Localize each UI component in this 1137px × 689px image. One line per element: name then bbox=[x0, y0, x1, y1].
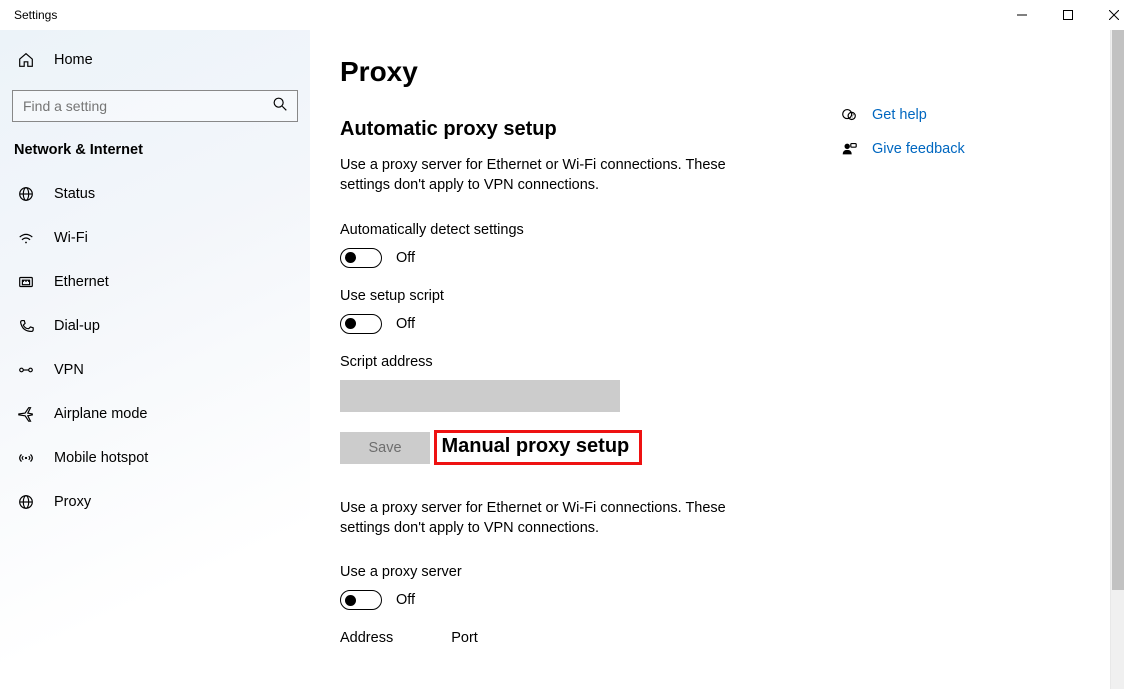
setup-script-toggle[interactable] bbox=[340, 314, 382, 334]
dialup-icon bbox=[16, 317, 36, 335]
titlebar: Settings bbox=[0, 0, 1137, 30]
sidebar-item-label: Ethernet bbox=[54, 274, 109, 290]
setup-script-state: Off bbox=[396, 316, 415, 332]
sidebar-item-label: Mobile hotspot bbox=[54, 450, 148, 466]
feedback-icon bbox=[840, 140, 858, 158]
search-input-wrap[interactable] bbox=[12, 90, 298, 122]
save-button[interactable]: Save bbox=[340, 432, 430, 464]
get-help-link[interactable]: ? Get help bbox=[840, 98, 1110, 132]
maximize-button[interactable] bbox=[1045, 0, 1091, 30]
script-address-label: Script address bbox=[340, 354, 810, 370]
search-input[interactable] bbox=[23, 98, 262, 114]
sidebar-item-ethernet[interactable]: Ethernet bbox=[0, 260, 310, 304]
sidebar-item-label: Wi-Fi bbox=[54, 230, 88, 246]
sidebar-home[interactable]: Home bbox=[0, 38, 310, 82]
auto-proxy-heading: Automatic proxy setup bbox=[340, 118, 810, 141]
manual-proxy-highlight: Manual proxy setup bbox=[434, 430, 642, 465]
ethernet-icon bbox=[16, 273, 36, 291]
close-button[interactable] bbox=[1091, 0, 1137, 30]
auto-detect-state: Off bbox=[396, 250, 415, 266]
scrollbar-thumb[interactable] bbox=[1112, 30, 1124, 590]
sidebar-item-status[interactable]: Status bbox=[0, 172, 310, 216]
give-feedback-text: Give feedback bbox=[872, 141, 965, 157]
manual-proxy-heading: Manual proxy setup bbox=[441, 435, 629, 458]
search-icon bbox=[271, 95, 289, 118]
vpn-icon bbox=[16, 361, 36, 379]
home-icon bbox=[16, 51, 36, 69]
get-help-text: Get help bbox=[872, 107, 927, 123]
manual-proxy-desc: Use a proxy server for Ethernet or Wi-Fi… bbox=[340, 498, 760, 539]
minimize-button[interactable] bbox=[999, 0, 1045, 30]
use-proxy-label: Use a proxy server bbox=[340, 564, 810, 580]
page-title: Proxy bbox=[340, 56, 810, 88]
sidebar-item-label: Status bbox=[54, 186, 95, 202]
sidebar-item-hotspot[interactable]: Mobile hotspot bbox=[0, 436, 310, 480]
sidebar-category: Network & Internet bbox=[0, 136, 310, 172]
help-icon: ? bbox=[840, 106, 858, 124]
sidebar-item-label: Proxy bbox=[54, 494, 91, 510]
airplane-icon bbox=[16, 405, 36, 423]
give-feedback-link[interactable]: Give feedback bbox=[840, 132, 1110, 166]
sidebar-item-label: Dial-up bbox=[54, 318, 100, 334]
sidebar-item-label: VPN bbox=[54, 362, 84, 378]
sidebar-item-airplane[interactable]: Airplane mode bbox=[0, 392, 310, 436]
auto-detect-toggle[interactable] bbox=[340, 248, 382, 268]
auto-proxy-desc: Use a proxy server for Ethernet or Wi-Fi… bbox=[340, 155, 760, 196]
hotspot-icon bbox=[16, 449, 36, 467]
sidebar-item-dialup[interactable]: Dial-up bbox=[0, 304, 310, 348]
sidebar-item-label: Airplane mode bbox=[54, 406, 148, 422]
sidebar-item-vpn[interactable]: VPN bbox=[0, 348, 310, 392]
globe-icon bbox=[16, 185, 36, 203]
address-label: Address bbox=[340, 630, 393, 646]
side-links: ? Get help Give feedback bbox=[840, 30, 1110, 689]
wifi-icon bbox=[16, 229, 36, 247]
sidebar-item-wifi[interactable]: Wi-Fi bbox=[0, 216, 310, 260]
use-proxy-toggle[interactable] bbox=[340, 590, 382, 610]
sidebar-home-label: Home bbox=[54, 52, 93, 68]
sidebar-item-proxy[interactable]: Proxy bbox=[0, 480, 310, 524]
sidebar: Home Network & Internet Status Wi-Fi bbox=[0, 30, 310, 689]
proxy-icon bbox=[16, 493, 36, 511]
auto-detect-label: Automatically detect settings bbox=[340, 222, 810, 238]
setup-script-label: Use setup script bbox=[340, 288, 810, 304]
port-label: Port bbox=[451, 630, 478, 646]
main-content: Proxy Automatic proxy setup Use a proxy … bbox=[310, 30, 840, 689]
script-address-input[interactable] bbox=[340, 380, 620, 412]
use-proxy-state: Off bbox=[396, 592, 415, 608]
scrollbar[interactable] bbox=[1110, 30, 1124, 689]
window-title: Settings bbox=[14, 8, 57, 22]
svg-text:?: ? bbox=[851, 114, 854, 120]
window-controls bbox=[999, 0, 1137, 30]
